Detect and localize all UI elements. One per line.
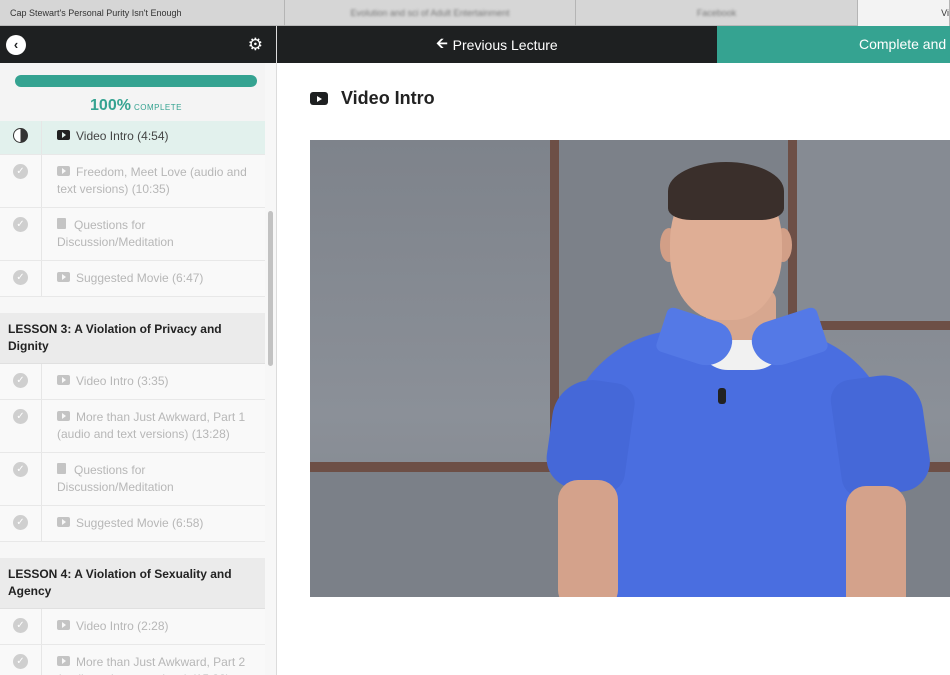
gear-icon[interactable]: ⚙ bbox=[248, 36, 263, 53]
check-icon: ✓ bbox=[13, 462, 28, 477]
list-item[interactable]: ✓ Video Intro (3:35) bbox=[0, 364, 265, 400]
chevron-left-icon[interactable]: ‹ bbox=[6, 34, 26, 55]
check-icon: ✓ bbox=[13, 217, 28, 232]
list-item[interactable]: ✓ Questions for Discussion/Meditation bbox=[0, 208, 265, 261]
video-presenter bbox=[542, 140, 936, 597]
browser-tab-active[interactable]: Vi bbox=[858, 0, 950, 26]
video-icon bbox=[57, 656, 70, 666]
list-item[interactable]: Video Intro (4:54) bbox=[0, 119, 265, 155]
browser-tab[interactable]: Evolution and sci of Adult Entertainment bbox=[285, 0, 576, 26]
video-icon bbox=[57, 375, 70, 385]
sidebar-scrollbar[interactable] bbox=[268, 211, 273, 366]
page-title: Video Intro bbox=[341, 88, 435, 108]
complete-and-continue-button[interactable]: Complete and c bbox=[717, 26, 950, 63]
browser-tab-strip: Cap Stewart's Personal Purity Isn't Enou… bbox=[0, 0, 950, 26]
lecture-list: Video Intro (4:54) ✓ Freedom, Meet Love … bbox=[0, 119, 265, 675]
document-icon bbox=[57, 218, 66, 229]
check-icon: ✓ bbox=[13, 164, 28, 179]
video-icon bbox=[57, 411, 70, 421]
in-progress-icon bbox=[13, 128, 28, 143]
video-icon bbox=[57, 130, 70, 140]
video-player[interactable] bbox=[310, 140, 950, 597]
list-item[interactable]: ✓ Video Intro (2:28) bbox=[0, 609, 265, 645]
check-icon: ✓ bbox=[13, 270, 28, 285]
lesson-heading: LESSON 4: A Violation of Sexuality and A… bbox=[0, 558, 265, 609]
document-icon bbox=[57, 463, 66, 474]
list-item[interactable]: ✓ Freedom, Meet Love (audio and text ver… bbox=[0, 155, 265, 208]
check-icon: ✓ bbox=[13, 409, 28, 424]
lesson-heading: LESSON 3: A Violation of Privacy and Dig… bbox=[0, 313, 265, 364]
check-icon: ✓ bbox=[13, 373, 28, 388]
browser-tab[interactable]: Facebook bbox=[576, 0, 858, 26]
check-icon: ✓ bbox=[13, 654, 28, 669]
list-item[interactable]: ✓ Suggested Movie (6:58) bbox=[0, 506, 265, 542]
list-item[interactable]: ✓ More than Just Awkward, Part 2 (audio … bbox=[0, 645, 265, 675]
check-icon: ✓ bbox=[13, 618, 28, 633]
previous-lecture-button[interactable]: 🡨 Previous Lecture bbox=[277, 26, 717, 63]
video-icon bbox=[57, 517, 70, 527]
progress-label: COMPLETE bbox=[133, 103, 182, 112]
progress-bar bbox=[15, 75, 257, 87]
browser-tab[interactable]: Cap Stewart's Personal Purity Isn't Enou… bbox=[0, 0, 285, 26]
course-sidebar: ‹ ⚙ 100% COMPLETE Video Intro (4:54) ✓ Fr… bbox=[0, 26, 277, 675]
check-icon: ✓ bbox=[13, 515, 28, 530]
video-icon bbox=[57, 166, 70, 176]
lecture-nav: 🡨 Previous Lecture Complete and c bbox=[277, 26, 950, 63]
lecture-title: Video Intro bbox=[310, 88, 435, 109]
arrow-left-icon: 🡨 bbox=[436, 34, 448, 51]
list-item[interactable]: ✓ More than Just Awkward, Part 1 (audio … bbox=[0, 400, 265, 453]
video-icon bbox=[57, 272, 70, 282]
progress-percent: 100% bbox=[90, 97, 131, 114]
sidebar-header: ‹ ⚙ bbox=[0, 26, 276, 63]
video-icon bbox=[57, 620, 70, 630]
youtube-icon bbox=[310, 92, 328, 105]
list-item[interactable]: ✓ Suggested Movie (6:47) bbox=[0, 261, 265, 297]
course-progress: 100% COMPLETE bbox=[0, 63, 265, 121]
list-item[interactable]: ✓ Questions for Discussion/Meditation bbox=[0, 453, 265, 506]
